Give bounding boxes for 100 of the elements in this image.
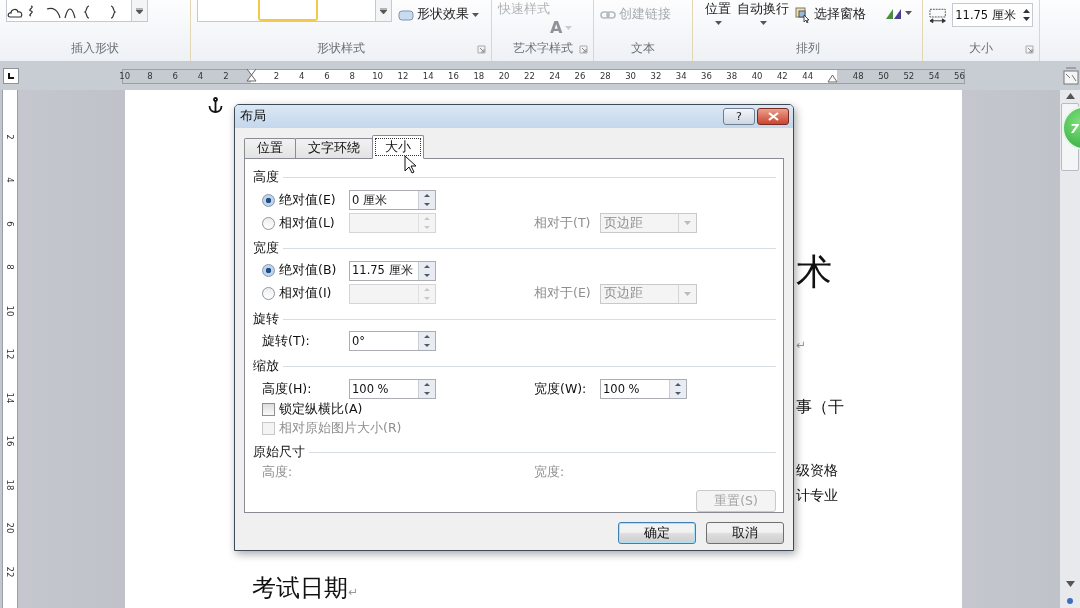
dialog-tab[interactable]: 文字环绕 [295,138,373,158]
ruler-number: 14 [422,71,434,81]
group-label: 形状样式 [317,39,365,57]
checkbox[interactable] [262,403,275,417]
radio-button[interactable] [262,287,275,301]
close-button[interactable] [757,108,789,125]
spin-arrows-icon [1023,8,1030,22]
ruler-number: 24 [549,71,561,81]
radio-label: 相对值(L) [279,214,335,232]
spin-field[interactable] [349,283,436,304]
scrollbar[interactable] [1060,90,1080,608]
ruler-number: 6 [324,71,330,81]
ruler-number: 10 [372,71,384,81]
ruler-number: 32 [650,71,662,81]
ruler-number: 30 [625,71,636,81]
field-label: 高度(H): [262,380,312,398]
ruler-number: 12 [397,71,409,81]
checkbox-label: 锁定纵横比(A) [279,401,363,419]
indent-marker-icon[interactable] [245,68,257,84]
spin-field[interactable]: 11.75 厘米 [349,260,436,281]
dropdown-icon [684,291,691,296]
help-button[interactable]: ? [723,108,755,125]
ruler-number: 12 [5,348,15,360]
scroll-down-icon[interactable] [1065,581,1075,587]
ruler-number: 4 [197,71,204,81]
checkbox-label: 相对原始图片大小(R) [279,420,402,438]
shape-width-field[interactable]: 11.75 厘米 [952,3,1033,27]
ruler-number: 2 [273,71,280,81]
section-heading: 旋转 [253,310,279,328]
ruler-number: 54 [928,71,940,81]
ruler-number: 8 [349,71,356,81]
ruler-number: 4 [299,71,305,81]
ok-button[interactable]: 确定 [618,522,696,544]
ruler-number: 8 [147,71,153,81]
browse-object-icon[interactable] [1066,597,1074,605]
ruler-number: 34 [675,71,687,81]
field-label: 相对于(E) [534,285,592,303]
ruler-number: 48 [852,71,864,81]
spin-field[interactable] [349,213,436,234]
ruler-number: 14 [5,392,15,404]
document-text: 计专业 [796,487,839,503]
ruler-number: 2 [5,134,15,140]
gallery-more-button[interactable] [375,0,391,21]
shape-gallery[interactable] [6,0,148,22]
tab-stop-icon [7,72,15,80]
indent-marker-icon[interactable] [827,74,839,83]
spin-field[interactable]: 0° [349,331,436,352]
spin-field[interactable]: 100 % [349,379,436,400]
ruler-number: 44 [802,71,814,81]
tab-selector[interactable] [3,68,19,84]
field-label: 相对于(T) [534,214,592,232]
gallery-more-button[interactable] [131,0,147,21]
link-icon [600,10,616,19]
document-heading: 考试日期↵ [251,574,360,604]
ruler-number: 8 [5,264,15,270]
close-icon [767,112,779,121]
ruler-number: 56 [954,71,965,81]
position-button[interactable]: 位置 [705,1,731,25]
ruler-number: 2 [223,71,229,81]
ruler-number: 6 [172,71,178,81]
caret-icon [905,11,912,15]
radio-button[interactable] [262,193,275,207]
spin-field[interactable]: 0 厘米 [349,190,436,211]
ruler-number: 18 [5,479,15,491]
view-ruler-icon[interactable] [1063,67,1079,85]
dialog-tab[interactable]: 位置 [244,138,296,158]
shape-width-icon [929,8,947,24]
scroll-up-icon[interactable] [1065,93,1075,99]
ruler-number: 22 [5,566,15,578]
ruler-number: 38 [726,71,738,81]
ruler-number: 40 [751,71,763,81]
dialog-launcher-icon[interactable] [579,45,588,54]
group-label: 插入形状 [71,39,119,57]
dialog-launcher-icon[interactable] [477,45,486,54]
caret-icon [472,12,479,17]
section-heading: 宽度 [253,240,279,257]
more-icon [136,7,143,14]
section-heading: 原始尺寸 [253,443,305,461]
group-label: 文本 [631,39,655,57]
spin-field[interactable]: 100 % [600,379,687,400]
shape-effects-button[interactable]: 形状效果 [398,6,479,23]
radio-label: 绝对值(B) [279,262,337,280]
ruler-number: 22 [524,71,535,81]
style-swatch[interactable] [258,0,318,21]
field-label: 高度: [262,464,293,482]
more-icon [380,7,387,14]
selection-pane-button[interactable]: 选择窗格 [795,6,866,23]
wrap-text-button[interactable]: 自动换行 [737,1,789,25]
dialog-launcher-icon[interactable] [1025,45,1034,54]
caret-icon [759,21,767,25]
ruler-number: 18 [473,71,485,81]
radio-button[interactable] [262,216,275,230]
dialog-title: 布局 [240,108,267,125]
radio-button[interactable] [262,264,275,278]
dialog-tab[interactable]: 大小 [372,135,424,159]
group-label: 艺术字样式 [512,39,573,57]
ruler-number: 36 [701,71,712,81]
ruler-number: 4 [5,177,15,183]
group-label: 排列 [795,39,820,57]
cancel-button[interactable]: 取消 [706,522,784,544]
